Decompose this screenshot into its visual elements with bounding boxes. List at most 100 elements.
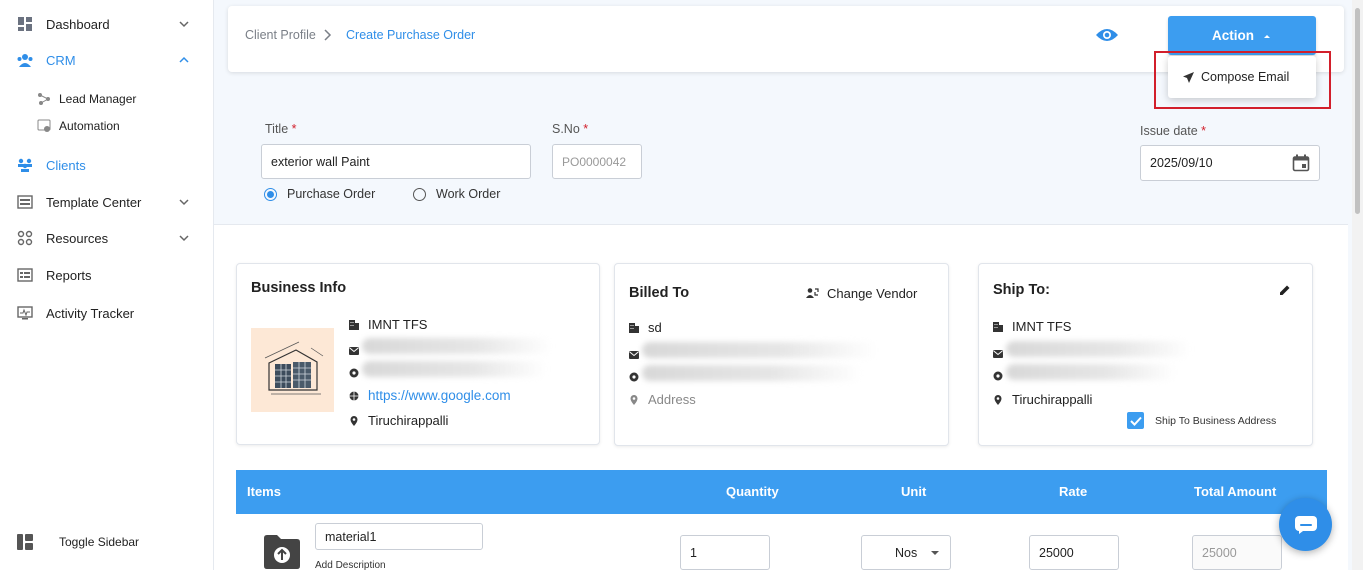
ship-location: Tiruchirappalli [1012,392,1093,407]
sidebar-item-label: Clients [46,157,86,173]
radio-purchase-order[interactable]: Purchase Order [264,187,375,201]
activity-icon [16,304,34,322]
breadcrumb-client-profile[interactable]: Client Profile [245,28,316,42]
business-location: Tiruchirappalli [368,413,449,428]
sidebar-item-template-center[interactable]: Template Center [0,190,214,214]
scrollbar-thumb[interactable] [1355,8,1360,214]
building-icon [993,322,1003,332]
ship-name: IMNT TFS [1012,319,1072,334]
email-icon [349,343,359,358]
calendar-icon[interactable] [1292,154,1310,175]
sidebar-item-lead-manager[interactable]: Lead Manager [0,87,214,111]
clients-icon [16,156,34,174]
vendor-address-row: Address [629,392,696,407]
change-vendor-button[interactable]: Change Vendor [806,286,917,301]
redacted-email [642,342,877,358]
scrollbar[interactable] [1352,0,1363,570]
upload-folder-icon[interactable] [263,533,301,570]
business-info-title: Business Info [251,280,347,296]
sidebar-item-crm[interactable]: CRM [0,48,214,72]
redacted-phone [1006,364,1176,380]
chevron-down-icon[interactable] [176,194,192,210]
location-pin-icon [349,415,359,426]
issue-date-value: 2025/09/10 [1150,156,1213,170]
ship-to-title: Ship To: [993,282,1050,298]
caret-up-icon [1264,34,1270,38]
unit-value: Nos [895,545,918,560]
sidebar-item-clients[interactable]: Clients [0,153,214,177]
radio-label: Work Order [436,187,501,201]
billed-to-title: Billed To [629,285,690,301]
ship-to-business-checkbox[interactable]: Ship To Business Address [1127,412,1276,429]
caret-down-icon [931,551,939,555]
vendor-name-row: sd [629,320,662,335]
ship-name-row: IMNT TFS [993,319,1071,334]
dashboard-icon [16,15,34,33]
business-name-row: IMNT TFS [349,317,427,332]
title-input[interactable]: exterior wall Paint [261,144,531,179]
edit-pencil-icon[interactable] [1279,284,1291,299]
column-header-rate: Rate [1059,484,1088,499]
building-icon [629,323,639,333]
ship-location-row: Tiruchirappalli [993,392,1092,407]
column-header-items: Items [247,484,281,499]
change-vendor-label: Change Vendor [827,286,918,301]
toggle-sidebar-button[interactable]: Toggle Sidebar [0,530,214,554]
sidebar-item-activity-tracker[interactable]: Activity Tracker [0,301,214,325]
redacted-email [362,338,552,354]
title-label: Title * [265,122,297,136]
sidebar-item-dashboard[interactable]: Dashboard [0,12,214,36]
phone-icon [629,370,639,385]
sidebar-item-label: Template Center [46,194,142,210]
sidebar-item-label: Resources [46,230,109,246]
chat-button[interactable] [1279,498,1332,551]
ship-to-business-label: Ship To Business Address [1155,414,1277,427]
location-pin-icon [629,394,639,405]
highlight-box [1154,51,1331,109]
template-icon [16,193,34,211]
redacted-email [1006,341,1191,357]
radio-button [413,187,426,201]
phone-icon [993,369,1003,384]
redacted-phone [362,361,547,377]
phone-icon [349,366,359,381]
item-name-input[interactable]: material1 [315,523,483,550]
radio-button-selected [264,187,277,201]
chevron-down-icon[interactable] [176,230,192,246]
reports-icon [16,266,34,284]
chevron-right-icon [322,28,334,45]
location-pin-icon [993,394,1003,405]
rate-input[interactable]: 25000 [1029,535,1119,570]
total-amount-field: 25000 [1192,535,1282,570]
sidebar-item-resources[interactable]: Resources [0,226,214,250]
business-website-link[interactable]: https://www.google.com [368,388,511,403]
radio-label: Purchase Order [287,187,376,201]
sno-label: S.No * [552,122,589,136]
globe-icon [349,391,359,401]
sidebar-item-label: Reports [46,267,92,283]
chevron-down-icon[interactable] [176,16,192,32]
action-button-label: Action [1212,28,1254,43]
add-description-link[interactable]: Add Description [315,560,386,570]
column-header-unit: Unit [901,484,927,499]
column-header-total-amount: Total Amount [1194,484,1277,499]
eye-icon[interactable] [1095,25,1119,48]
email-icon [629,347,639,362]
toggle-sidebar-label: Toggle Sidebar [59,535,140,549]
redacted-phone [642,365,862,381]
business-name: IMNT TFS [368,317,428,332]
sno-input[interactable]: PO0000042 [552,144,642,179]
business-logo [251,328,334,412]
sidebar-item-automation[interactable]: Automation [0,114,214,138]
quantity-input[interactable]: 1 [680,535,770,570]
vendor-name: sd [648,320,662,335]
action-button[interactable]: Action [1168,16,1316,55]
sidebar-item-reports[interactable]: Reports [0,263,214,287]
chevron-up-icon[interactable] [176,52,192,68]
radio-work-order[interactable]: Work Order [413,187,500,201]
sidebar-item-label: Automation [59,119,120,133]
automation-icon [36,118,52,134]
unit-select[interactable]: Nos [861,535,951,570]
issue-date-input[interactable]: 2025/09/10 [1140,145,1320,181]
breadcrumb-current: Create Purchase Order [346,28,476,42]
